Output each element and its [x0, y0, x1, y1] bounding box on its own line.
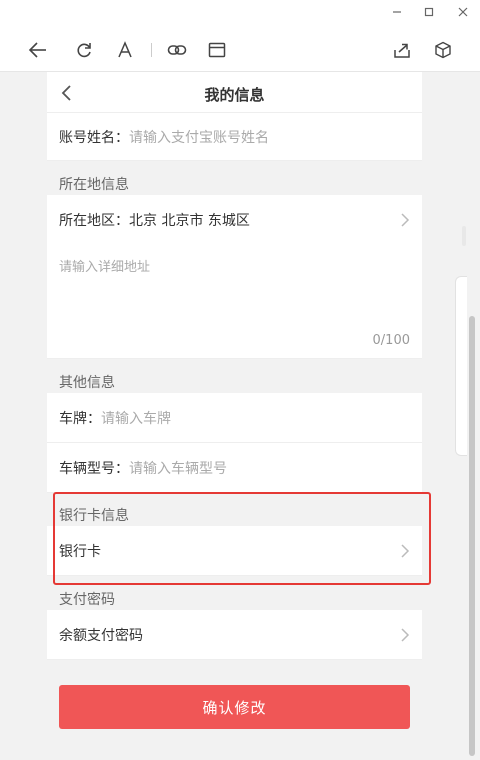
- vertical-scrollbar[interactable]: [469, 316, 475, 756]
- address-placeholder: 请输入详细地址: [59, 260, 151, 275]
- bank-card-row[interactable]: 银行卡: [47, 526, 422, 576]
- side-panel: [455, 276, 467, 456]
- account-name-row[interactable]: 账号姓名： 请输入支付宝账号姓名: [47, 113, 422, 161]
- browser-toolbar: [0, 26, 480, 72]
- window-icon[interactable]: [206, 39, 228, 61]
- font-size-icon[interactable]: [114, 39, 136, 61]
- account-name-label: 账号姓名：: [59, 129, 129, 146]
- window-titlebar: [0, 0, 480, 26]
- vehicle-model-label: 车辆型号：: [59, 460, 129, 477]
- box-icon[interactable]: [432, 39, 454, 61]
- refresh-icon[interactable]: [73, 39, 95, 61]
- back-arrow-icon[interactable]: [27, 39, 49, 61]
- address-char-counter: 0/100: [372, 333, 410, 348]
- link-icon[interactable]: [166, 39, 188, 61]
- side-handle[interactable]: [462, 226, 466, 246]
- account-name-input[interactable]: 请输入支付宝账号姓名: [129, 127, 269, 147]
- password-section-title: 支付密码: [59, 592, 115, 608]
- maximize-icon[interactable]: [420, 4, 438, 22]
- close-icon[interactable]: [454, 4, 472, 22]
- plate-label: 车牌：: [59, 410, 101, 427]
- balance-password-label: 余额支付密码: [59, 627, 143, 644]
- region-value: 北京 北京市 东城区: [129, 212, 250, 229]
- plate-input[interactable]: 请输入车牌: [101, 408, 171, 428]
- share-icon[interactable]: [391, 39, 413, 61]
- vehicle-model-row[interactable]: 车辆型号： 请输入车辆型号: [47, 443, 422, 493]
- minimize-icon[interactable]: [388, 4, 406, 22]
- chevron-right-icon: [400, 627, 410, 643]
- other-section-title: 其他信息: [59, 375, 115, 391]
- location-section-title: 所在地信息: [59, 177, 129, 193]
- balance-password-row[interactable]: 余额支付密码: [47, 610, 422, 660]
- plate-row[interactable]: 车牌： 请输入车牌: [47, 393, 422, 443]
- bank-section-title: 银行卡信息: [59, 508, 129, 524]
- chevron-right-icon: [400, 212, 410, 228]
- bank-card-label: 银行卡: [59, 543, 101, 560]
- page-header: 我的信息: [47, 72, 422, 113]
- region-label: 所在地区：: [59, 212, 129, 229]
- confirm-button[interactable]: 确认修改: [59, 685, 410, 729]
- chevron-right-icon: [400, 543, 410, 559]
- toolbar-divider: [151, 43, 152, 57]
- vehicle-model-input[interactable]: 请输入车辆型号: [129, 458, 227, 478]
- address-textarea[interactable]: 请输入详细地址 0/100: [47, 244, 422, 359]
- my-info-page: 我的信息 账号姓名： 请输入支付宝账号姓名 所在地信息 所在地区： 北京 北京市…: [47, 72, 422, 760]
- region-row[interactable]: 所在地区： 北京 北京市 东城区: [47, 195, 422, 245]
- page-title: 我的信息: [204, 86, 265, 104]
